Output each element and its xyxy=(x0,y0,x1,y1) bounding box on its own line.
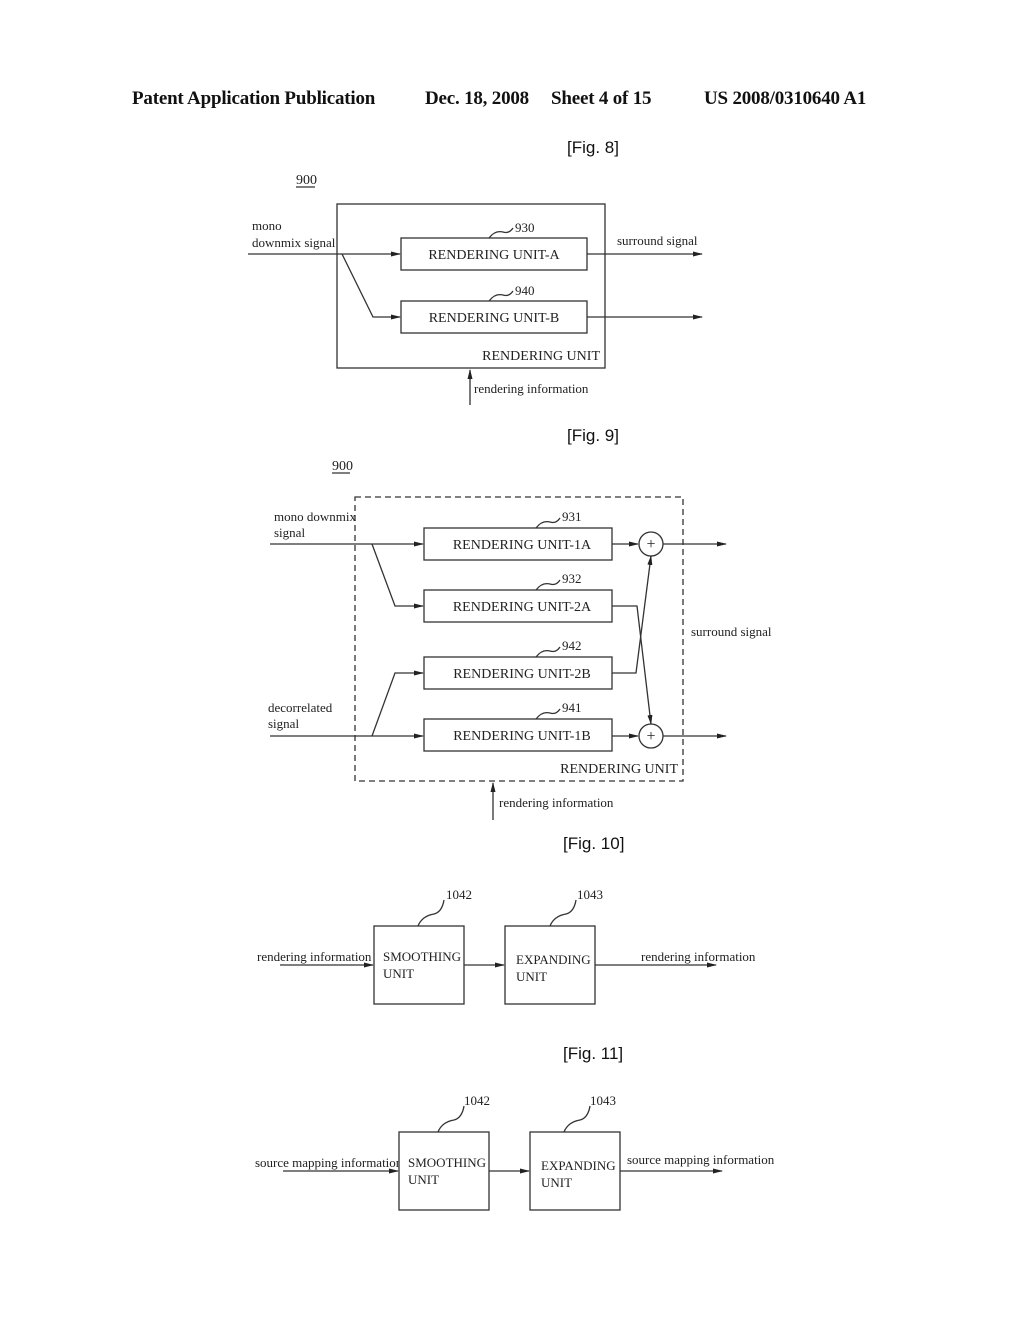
fig9-adder-top-symbol: + xyxy=(646,536,655,553)
fig9-ref: 900 xyxy=(332,459,353,474)
fig10-smoothing-label-2: UNIT xyxy=(383,966,414,981)
fig9-unit-1b-leader xyxy=(535,708,561,720)
fig9-unit-2b-ref: 942 xyxy=(562,638,582,653)
fig9-2a-to-bottom-adder-arrow xyxy=(612,605,653,725)
fig9-input2-label-2: signal xyxy=(268,716,299,731)
fig8-diagram: 900 RENDERING UNIT mono downmix signal R… xyxy=(248,173,703,405)
fig9-unit-1a-leader xyxy=(535,517,561,529)
fig9-2b-to-top-adder-arrow xyxy=(612,555,653,674)
fig11-diagram: source mapping information SMOOTHING UNI… xyxy=(255,1093,775,1211)
fig8-unit-b-label: RENDERING UNIT-B xyxy=(429,311,560,326)
fig9-unit-2b-label: RENDERING UNIT-2B xyxy=(453,667,591,682)
fig9-unit-2a-ref: 932 xyxy=(562,571,582,586)
fig9-unit-1a-ref: 931 xyxy=(562,509,582,524)
fig10-smoothing-label-1: SMOOTHING xyxy=(383,949,461,964)
fig9-input2-branch-arrow xyxy=(371,670,424,737)
fig9-diagram: 900 RENDERING UNIT mono downmix signal d… xyxy=(268,459,772,820)
fig8-ref: 900 xyxy=(296,173,317,188)
fig11-expanding-label-1: EXPANDING xyxy=(541,1158,616,1173)
fig9-input1-label-1: mono downmix xyxy=(274,509,356,524)
fig10-smoothing-box xyxy=(373,925,465,1005)
fig11-expanding-ref: 1043 xyxy=(590,1093,616,1108)
fig9-input1-branch-arrow xyxy=(371,543,424,609)
fig8-unit-a-label: RENDERING UNIT-A xyxy=(428,248,560,263)
fig11-expanding-leader xyxy=(563,1105,591,1133)
fig11-smoothing-label-2: UNIT xyxy=(408,1172,439,1187)
fig9-output-label: surround signal xyxy=(691,624,772,639)
fig9-unit-2b-leader xyxy=(535,646,561,658)
diagram-canvas: 900 RENDERING UNIT mono downmix signal R… xyxy=(248,173,775,1211)
fig10-output-label: rendering information xyxy=(641,949,756,964)
fig10-input-label: rendering information xyxy=(257,949,372,964)
fig8-input-label-1: mono xyxy=(252,218,282,233)
fig9-unit-2a-label: RENDERING UNIT-2A xyxy=(453,600,592,615)
fig8-control-label: rendering information xyxy=(474,381,589,396)
fig9-container-label: RENDERING UNIT xyxy=(560,762,678,777)
fig8-unit-a-ref: 930 xyxy=(515,220,535,235)
fig11-smoothing-ref: 1042 xyxy=(464,1093,490,1108)
fig8-unit-b-ref: 940 xyxy=(515,283,535,298)
fig11-smoothing-leader xyxy=(437,1105,465,1133)
fig9-adder-bottom-symbol: + xyxy=(646,728,655,745)
fig10-expanding-leader xyxy=(549,899,577,927)
fig9-unit-1b-ref: 941 xyxy=(562,700,582,715)
fig9-unit-1a-label: RENDERING UNIT-1A xyxy=(453,538,592,553)
fig11-smoothing-label-1: SMOOTHING xyxy=(408,1155,486,1170)
fig8-rendering-unit-container xyxy=(336,203,606,369)
fig9-input2-label-1: decorrelated xyxy=(268,700,333,715)
fig10-smoothing-ref: 1042 xyxy=(446,887,472,902)
fig10-expanding-label-1: EXPANDING xyxy=(516,952,591,967)
fig10-expanding-label-2: UNIT xyxy=(516,969,547,984)
fig8-container-label: RENDERING UNIT xyxy=(482,349,600,364)
fig11-input-label: source mapping information xyxy=(255,1155,403,1170)
fig10-smoothing-leader xyxy=(417,899,445,927)
fig9-unit-1b-label: RENDERING UNIT-1B xyxy=(453,729,591,744)
fig11-smoothing-box xyxy=(398,1131,490,1211)
fig10-expanding-ref: 1043 xyxy=(577,887,603,902)
fig9-unit-2a-leader xyxy=(535,579,561,591)
fig11-output-label: source mapping information xyxy=(627,1152,775,1167)
fig8-input-label-2: downmix signal xyxy=(252,235,336,250)
fig10-diagram: rendering information SMOOTHING UNIT 104… xyxy=(257,887,756,1005)
fig11-expanding-label-2: UNIT xyxy=(541,1175,572,1190)
fig9-input1-label-2: signal xyxy=(274,525,305,540)
fig9-control-label: rendering information xyxy=(499,795,614,810)
fig8-output-label: surround signal xyxy=(617,233,698,248)
